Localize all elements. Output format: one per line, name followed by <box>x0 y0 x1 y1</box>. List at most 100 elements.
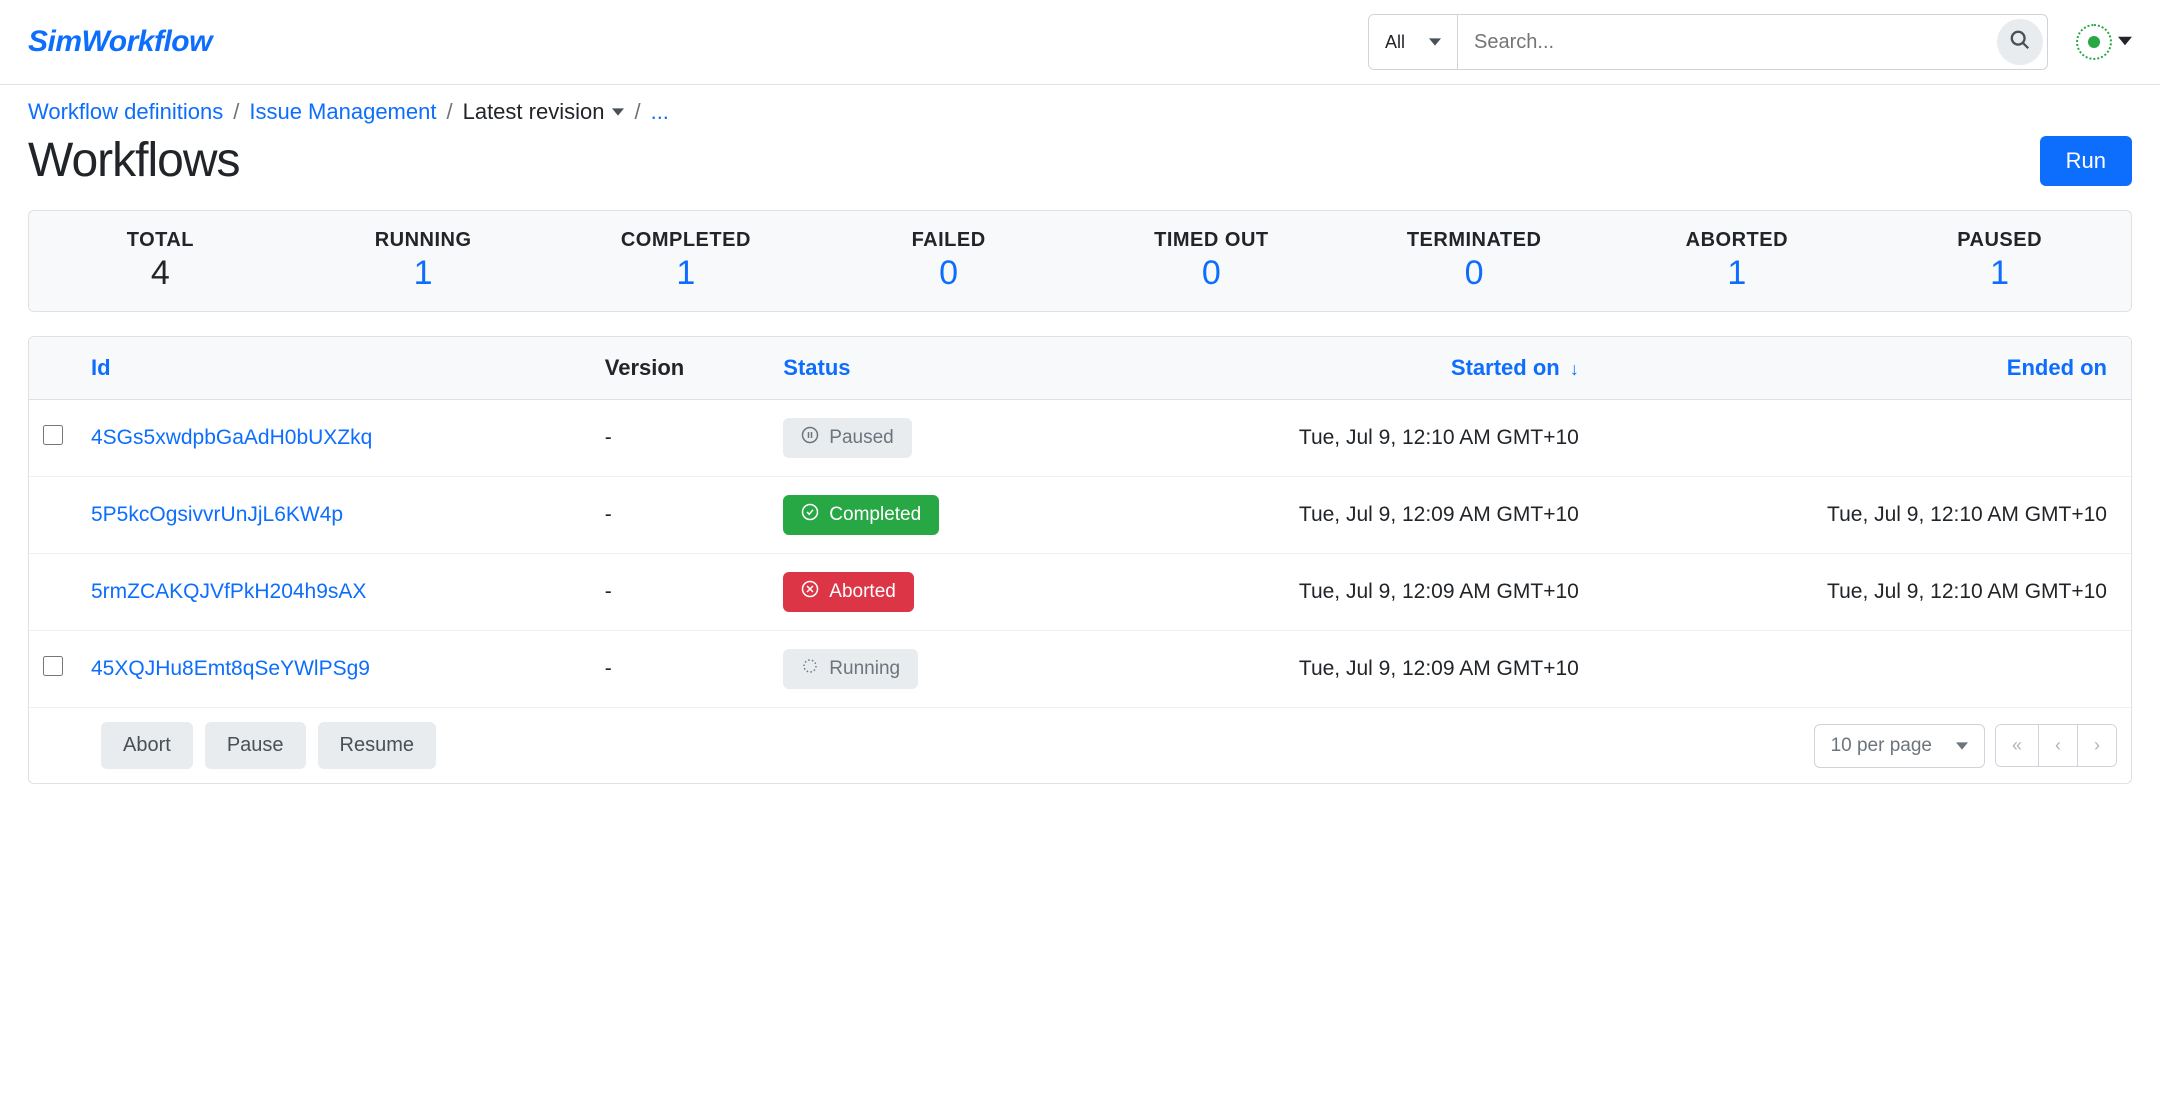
stat-label: PAUSED <box>1868 229 2131 252</box>
stat-failed[interactable]: FAILED0 <box>817 229 1080 293</box>
breadcrumb-project[interactable]: Issue Management <box>249 99 436 125</box>
row-version: - <box>591 400 770 477</box>
breadcrumb: Workflow definitions / Issue Management … <box>28 99 2132 125</box>
sort-desc-icon: ↓ <box>1570 359 1579 379</box>
per-page-label: 10 per page <box>1831 735 1932 757</box>
row-checkbox[interactable] <box>43 425 63 445</box>
brand-logo[interactable]: SimWorkflow <box>28 25 212 59</box>
paused-icon <box>801 426 819 450</box>
row-version: - <box>591 554 770 631</box>
page-nav: « ‹ › <box>1995 724 2117 767</box>
search-icon <box>2009 29 2031 56</box>
table-row: 5rmZCAKQJVfPkH204h9sAX - Aborted Tue, Jul 9… <box>29 554 2131 631</box>
row-checkbox[interactable] <box>43 656 63 676</box>
stat-value: 0 <box>817 254 1080 293</box>
search-input[interactable] <box>1458 15 1993 69</box>
table-row: 4SGs5xwdpbGaAdH0bUXZkq - Paused Tue, Jul 9,… <box>29 400 2131 477</box>
stat-value: 1 <box>1868 254 2131 293</box>
running-icon <box>801 657 819 681</box>
abort-button[interactable]: Abort <box>101 722 193 769</box>
workflow-id-link[interactable]: 45XQJHu8Emt8qSeYWlPSg9 <box>91 657 370 680</box>
caret-down-icon <box>1429 32 1441 53</box>
col-started-label: Started on <box>1451 355 1560 380</box>
completed-icon <box>801 503 819 527</box>
table-row: 45XQJHu8Emt8qSeYWlPSg9 - Running Tue, Jul 9… <box>29 631 2131 708</box>
aborted-icon <box>801 580 819 604</box>
chevron-down-icon <box>2118 32 2132 53</box>
stats-panel: TOTAL4RUNNING1COMPLETED1FAILED0TIMED OUT… <box>28 210 2132 312</box>
col-ended[interactable]: Ended on <box>1603 337 2131 400</box>
resume-button[interactable]: Resume <box>318 722 436 769</box>
avatar <box>2076 24 2112 60</box>
col-id[interactable]: Id <box>77 337 591 400</box>
search-button[interactable] <box>1997 19 2043 65</box>
page-prev-button[interactable]: ‹ <box>2038 725 2077 766</box>
workflows-table-wrapper: Id Version Status Started on ↓ Ended on … <box>28 336 2132 784</box>
status-badge-running: Running <box>783 649 918 689</box>
table-row: 5P5kcOgsivvrUnJjL6KW4p - Completed Tue, Jul… <box>29 477 2131 554</box>
row-started: Tue, Jul 9, 12:10 AM GMT+10 <box>1075 400 1603 477</box>
stat-label: ABORTED <box>1606 229 1869 252</box>
stat-terminated[interactable]: TERMINATED0 <box>1343 229 1606 293</box>
breadcrumb-revision-label: Latest revision <box>463 99 605 125</box>
table-footer: Abort Pause Resume 10 per page « ‹ › <box>29 707 2131 783</box>
topbar: SimWorkflow All <box>0 0 2160 85</box>
workflow-id-link[interactable]: 4SGs5xwdpbGaAdH0bUXZkq <box>91 426 372 449</box>
stat-completed[interactable]: COMPLETED1 <box>555 229 818 293</box>
stat-label: TOTAL <box>29 229 292 252</box>
col-status[interactable]: Status <box>769 337 1074 400</box>
page-title: Workflows <box>28 133 239 188</box>
status-label: Completed <box>829 504 921 526</box>
stat-label: TIMED OUT <box>1080 229 1343 252</box>
stat-value: 1 <box>555 254 818 293</box>
stat-value: 0 <box>1080 254 1343 293</box>
col-started[interactable]: Started on ↓ <box>1075 337 1603 400</box>
status-badge-paused: Paused <box>783 418 911 458</box>
breadcrumb-more[interactable]: ... <box>651 99 669 125</box>
stat-aborted[interactable]: ABORTED1 <box>1606 229 1869 293</box>
row-version: - <box>591 631 770 708</box>
stat-label: RUNNING <box>292 229 555 252</box>
row-started: Tue, Jul 9, 12:09 AM GMT+10 <box>1075 631 1603 708</box>
row-ended: Tue, Jul 9, 12:10 AM GMT+10 <box>1603 477 2131 554</box>
breadcrumb-sep: / <box>634 99 640 125</box>
page-next-button[interactable]: › <box>2077 725 2116 766</box>
status-label: Paused <box>829 427 893 449</box>
row-ended: Tue, Jul 9, 12:10 AM GMT+10 <box>1603 554 2131 631</box>
breadcrumb-revision-select[interactable]: Latest revision <box>463 99 625 125</box>
workflows-table: Id Version Status Started on ↓ Ended on … <box>29 337 2131 707</box>
workflow-id-link[interactable]: 5rmZCAKQJVfPkH204h9sAX <box>91 580 366 603</box>
caret-down-icon <box>612 106 624 118</box>
breadcrumb-sep: / <box>446 99 452 125</box>
stat-label: COMPLETED <box>555 229 818 252</box>
row-started: Tue, Jul 9, 12:09 AM GMT+10 <box>1075 554 1603 631</box>
status-badge-aborted: Aborted <box>783 572 914 612</box>
stat-label: TERMINATED <box>1343 229 1606 252</box>
search-filter-select[interactable]: All <box>1369 15 1458 69</box>
breadcrumb-definitions[interactable]: Workflow definitions <box>28 99 223 125</box>
stat-running[interactable]: RUNNING1 <box>292 229 555 293</box>
stat-paused[interactable]: PAUSED1 <box>1868 229 2131 293</box>
pause-button[interactable]: Pause <box>205 722 306 769</box>
caret-down-icon <box>1956 740 1968 752</box>
search-filter-label: All <box>1385 32 1405 53</box>
run-button[interactable]: Run <box>2040 136 2132 186</box>
stat-value: 4 <box>29 254 292 293</box>
page-first-button[interactable]: « <box>1996 725 2038 766</box>
title-bar: Workflows Run <box>28 133 2132 188</box>
col-checkbox <box>29 337 77 400</box>
status-label: Aborted <box>829 581 896 603</box>
col-version: Version <box>591 337 770 400</box>
status-badge-completed: Completed <box>783 495 939 535</box>
row-ended <box>1603 631 2131 708</box>
user-menu[interactable] <box>2064 24 2132 60</box>
stat-timed-out[interactable]: TIMED OUT0 <box>1080 229 1343 293</box>
search-group: All <box>1368 14 2048 70</box>
stat-value: 0 <box>1343 254 1606 293</box>
status-label: Running <box>829 658 900 680</box>
workflow-id-link[interactable]: 5P5kcOgsivvrUnJjL6KW4p <box>91 503 343 526</box>
row-ended <box>1603 400 2131 477</box>
per-page-select[interactable]: 10 per page <box>1814 724 1985 768</box>
breadcrumb-sep: / <box>233 99 239 125</box>
row-version: - <box>591 477 770 554</box>
